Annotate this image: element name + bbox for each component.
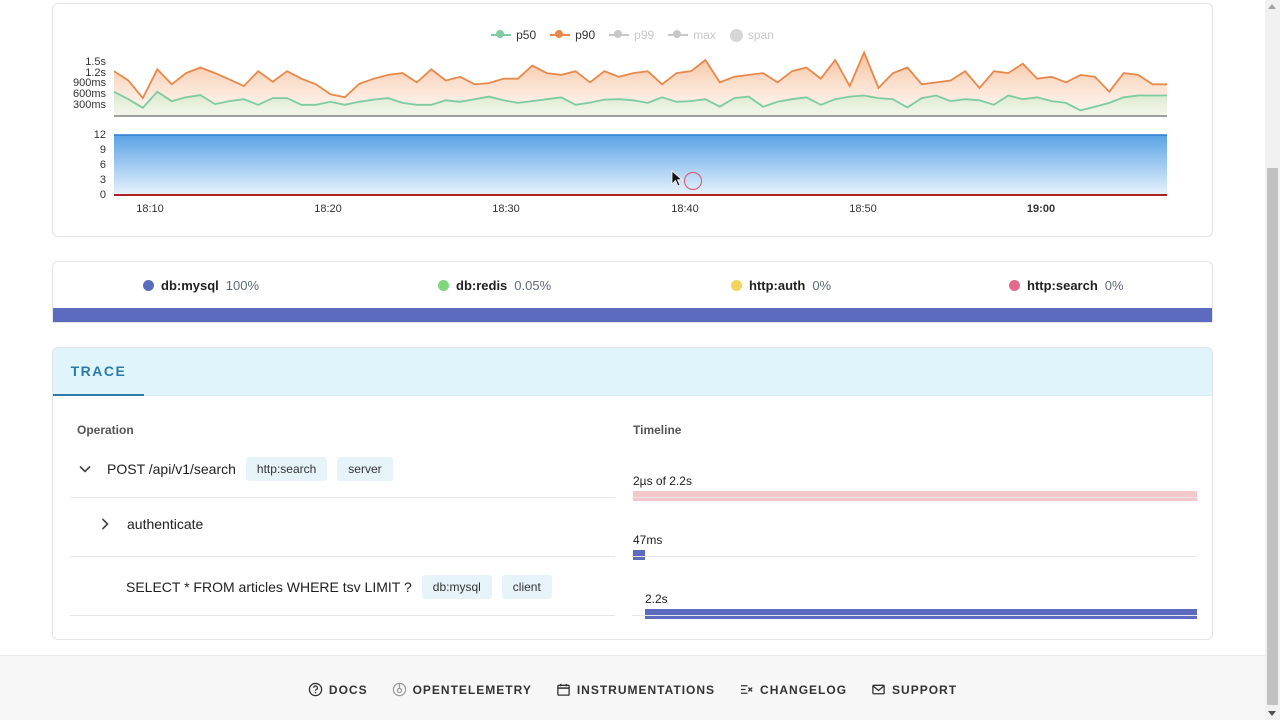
dot-icon — [438, 280, 449, 291]
footer-link-label: DOCS — [328, 682, 368, 697]
click-indicator — [684, 172, 702, 190]
distribution-bar[interactable] — [53, 308, 1212, 322]
rate-tick: 3 — [100, 174, 106, 186]
span-row[interactable]: POST /api/v1/search http:search server 2… — [70, 439, 1197, 501]
time-tick: 18:40 — [671, 203, 699, 215]
dist-item-db-redis[interactable]: db:redis 0.05% — [438, 278, 551, 293]
chevron-down-icon[interactable] — [77, 461, 93, 477]
span-name: POST /api/v1/search — [107, 461, 236, 477]
time-tick: 18:50 — [849, 203, 877, 215]
mail-icon — [872, 684, 885, 695]
duration-chart[interactable]: 1.5s 1.2s 900ms 600ms 300ms 12 9 6 3 0 1 — [53, 4, 1214, 238]
tab-trace[interactable]: TRACE — [53, 348, 144, 396]
dot-icon — [143, 280, 154, 291]
scroll-up-icon[interactable] — [1268, 4, 1276, 9]
calendar-icon — [557, 683, 570, 696]
chevron-right-icon[interactable] — [97, 516, 113, 532]
duration-tick: 300ms — [73, 99, 107, 111]
dist-pct: 0% — [812, 278, 832, 293]
span-row[interactable]: authenticate 47ms — [70, 498, 1197, 560]
operation-cell: POST /api/v1/search http:search server — [77, 457, 393, 481]
scroll-down-icon[interactable] — [1268, 711, 1276, 716]
span-row[interactable]: SELECT * FROM articles WHERE tsv LIMIT ?… — [70, 557, 1197, 619]
duration-axis: 1.5s 1.2s 900ms 600ms 300ms — [73, 56, 107, 111]
time-tick: 19:00 — [1027, 203, 1055, 215]
rate-tick: 0 — [100, 189, 106, 201]
time-tick: 18:20 — [314, 203, 342, 215]
footer-link-label: CHANGELOG — [760, 682, 848, 697]
dist-item-http-auth[interactable]: http:auth 0% — [731, 278, 831, 293]
dist-name: db:redis — [456, 278, 508, 293]
vertical-scrollbar[interactable] — [1265, 0, 1280, 720]
rate-axis: 12 9 6 3 0 — [94, 129, 106, 201]
system-badge: http:search — [245, 457, 328, 481]
dist-pct: 0.05% — [514, 278, 552, 293]
mouse-cursor-icon — [671, 170, 683, 187]
span-timing: 2µs of 2.2s — [633, 474, 692, 488]
footer-link-opentelemetry[interactable]: OPENTELEMETRY — [392, 682, 532, 697]
rate-tick: 12 — [94, 129, 106, 141]
opentelemetry-icon — [392, 682, 406, 697]
column-header-timeline: Timeline — [633, 423, 682, 437]
system-badge: db:mysql — [421, 575, 492, 599]
footer-link-support[interactable]: SUPPORT — [871, 682, 957, 697]
dist-name: db:mysql — [161, 278, 219, 293]
dist-item-db-mysql[interactable]: db:mysql 100% — [143, 278, 259, 293]
operation-cell: SELECT * FROM articles WHERE tsv LIMIT ?… — [126, 575, 552, 599]
footer: DOCS OPENTELEMETRY INSTRUMENTATIONS CHAN… — [0, 655, 1265, 720]
dot-icon — [1009, 280, 1020, 291]
divider — [70, 615, 615, 616]
rate-tick: 6 — [100, 159, 106, 171]
changelog-icon — [740, 685, 753, 694]
dist-name: http:auth — [749, 278, 806, 293]
span-name: authenticate — [127, 516, 204, 532]
scrollbar-thumb[interactable] — [1267, 168, 1278, 705]
chart-card: p50 p90 p99 max span 1.5s 1.2s 900ms 600… — [52, 3, 1213, 237]
footer-link-label: INSTRUMENTATIONS — [576, 682, 716, 697]
footer-links: DOCS OPENTELEMETRY INSTRUMENTATIONS CHAN… — [0, 682, 1265, 697]
span-timing: 2.2s — [645, 592, 668, 606]
column-header-operation: Operation — [77, 423, 134, 437]
footer-link-docs[interactable]: DOCS — [308, 682, 368, 697]
footer-link-instrumentations[interactable]: INSTRUMENTATIONS — [556, 682, 715, 697]
dist-pct: 0% — [1104, 278, 1124, 293]
kind-badge: server — [337, 457, 393, 481]
time-axis: 18:10 18:20 18:30 18:40 18:50 19:00 — [136, 203, 1055, 215]
page: p50 p90 p99 max span 1.5s 1.2s 900ms 600… — [0, 0, 1280, 720]
kind-badge: client — [501, 575, 552, 599]
rate-area — [114, 135, 1167, 195]
footer-link-label: SUPPORT — [892, 682, 958, 697]
distribution-legend: db:mysql 100% db:redis 0.05% http:auth 0… — [53, 278, 1212, 298]
span-timing: 47ms — [633, 533, 663, 547]
rate-tick: 9 — [100, 144, 106, 156]
time-tick: 18:10 — [136, 203, 164, 215]
footer-link-changelog[interactable]: CHANGELOG — [739, 682, 847, 697]
dist-name: http:search — [1027, 278, 1098, 293]
dot-icon — [731, 280, 742, 291]
dist-pct: 100% — [225, 278, 260, 293]
span-name: SELECT * FROM articles WHERE tsv LIMIT ? — [126, 579, 412, 595]
trace-tabs: TRACE — [53, 348, 1212, 396]
divider — [632, 615, 1197, 616]
trace-card: TRACE Operation Timeline POST /api/v1/se… — [52, 347, 1213, 640]
span-distribution-card: db:mysql 100% db:redis 0.05% http:auth 0… — [52, 261, 1213, 323]
time-tick: 18:30 — [492, 203, 520, 215]
duration-series — [113, 50, 1167, 116]
footer-link-label: OPENTELEMETRY — [412, 682, 532, 697]
help-circle-icon — [308, 682, 323, 697]
timeline-bar[interactable] — [644, 609, 1197, 619]
operation-cell: authenticate — [97, 516, 203, 532]
dist-item-http-search[interactable]: http:search 0% — [1009, 278, 1124, 293]
